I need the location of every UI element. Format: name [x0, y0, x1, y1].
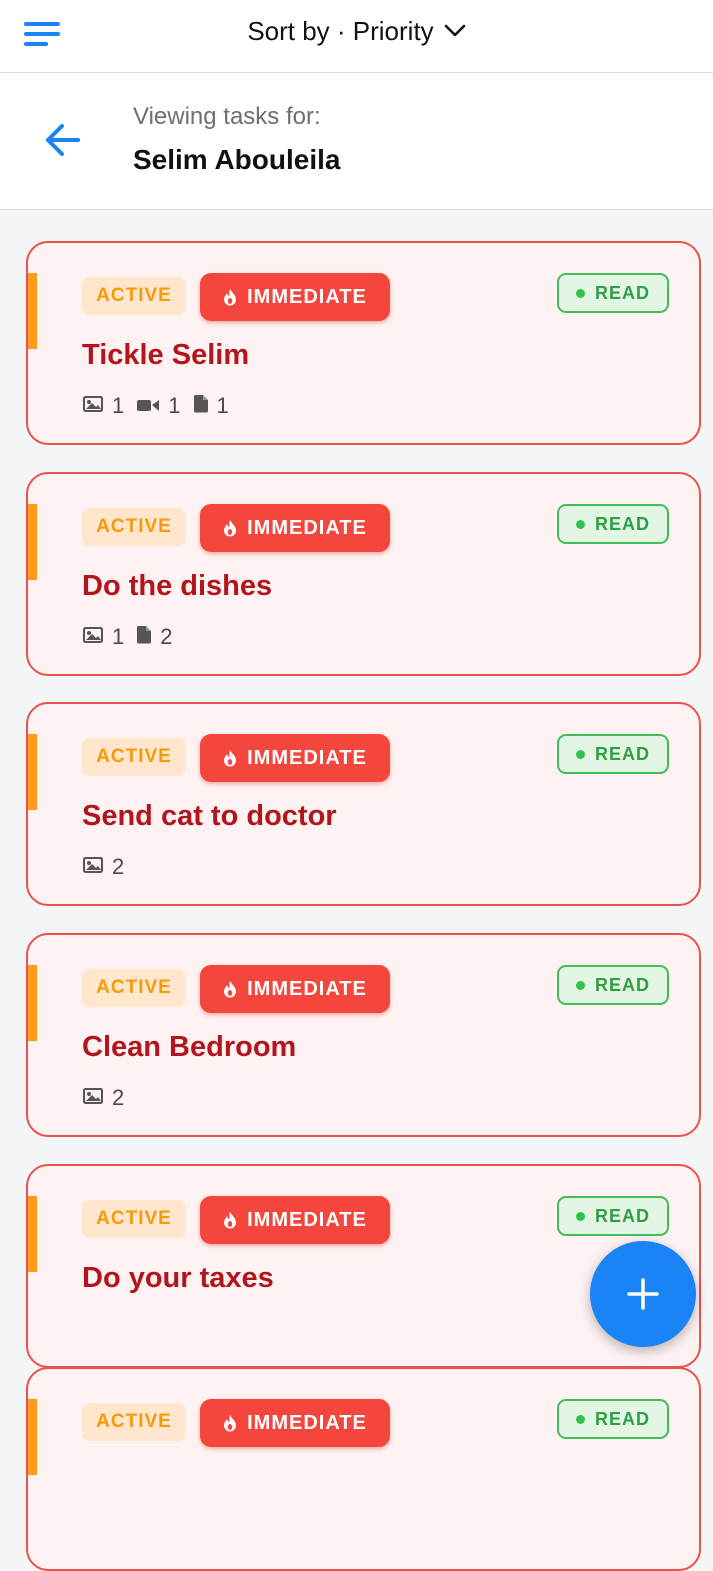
flame-icon [223, 519, 237, 537]
image-icon [82, 393, 104, 419]
flame-icon [223, 980, 237, 998]
sort-label: Sort by · Priority [247, 15, 434, 46]
image-attachment-count: 1 [82, 393, 124, 419]
priority-badge: IMMEDIATE [200, 273, 390, 321]
file-attachment-count: 2 [136, 624, 173, 650]
plus-icon [627, 1278, 659, 1310]
status-badge: ACTIVE [82, 277, 186, 315]
status-badge: ACTIVE [82, 969, 186, 1007]
image-count: 1 [112, 393, 125, 418]
image-icon [82, 854, 104, 880]
priority-badge: IMMEDIATE [200, 734, 390, 782]
sort-dropdown[interactable]: Sort by · Priority [0, 0, 713, 62]
back-button[interactable] [40, 120, 86, 160]
add-task-button[interactable] [590, 1241, 696, 1347]
read-dot-icon [575, 1414, 585, 1424]
read-label: READ [594, 1408, 650, 1429]
video-count: 1 [168, 393, 181, 418]
read-badge: READ [557, 273, 669, 313]
arrow-left-icon [46, 124, 80, 156]
priority-stripe [28, 965, 37, 1041]
read-badge: READ [557, 734, 669, 774]
task-title: Tickle Selim [82, 339, 250, 371]
priority-stripe [28, 1196, 37, 1272]
image-count: 2 [112, 1085, 125, 1110]
read-label: READ [594, 1205, 650, 1226]
status-badge: ACTIVE [82, 508, 186, 546]
read-label: READ [594, 743, 650, 764]
file-icon [136, 624, 152, 650]
flame-icon [223, 1211, 237, 1229]
flame-icon [223, 1414, 237, 1432]
priority-badge: IMMEDIATE [200, 1196, 390, 1244]
read-badge: READ [557, 965, 669, 1005]
status-badge: ACTIVE [82, 738, 186, 776]
image-attachment-count: 1 [82, 624, 124, 650]
task-card[interactable]: ACTIVE IMMEDIATE READ Tickle Selim 1 1 1 [26, 241, 701, 445]
video-attachment-count: 1 [136, 393, 181, 419]
read-badge: READ [557, 1196, 669, 1236]
viewing-user-name: Selim Abouleila [133, 144, 341, 175]
top-bar: Sort by · Priority [0, 0, 713, 73]
video-icon [136, 393, 160, 419]
viewing-header [0, 73, 713, 210]
read-dot-icon [575, 980, 585, 990]
priority-label: IMMEDIATE [247, 516, 367, 539]
flame-icon [223, 288, 237, 306]
attachments-row: 2 [82, 1085, 124, 1111]
image-attachment-count: 2 [82, 1085, 124, 1111]
priority-stripe [28, 273, 37, 349]
priority-stripe [28, 734, 37, 810]
read-dot-icon [575, 288, 585, 298]
status-badge: ACTIVE [82, 1200, 186, 1238]
task-title: Do your taxes [82, 1262, 274, 1294]
attachments-row: 1 1 1 [82, 393, 229, 419]
image-count: 2 [112, 854, 125, 879]
image-icon [82, 624, 104, 650]
read-badge: READ [557, 1399, 669, 1439]
file-count: 1 [216, 393, 229, 418]
task-card[interactable]: ACTIVE IMMEDIATE READ Clean Bedroom 2 [26, 933, 701, 1137]
file-icon [193, 393, 209, 419]
file-count: 2 [160, 624, 173, 649]
image-count: 1 [112, 624, 125, 649]
task-card[interactable]: ACTIVE IMMEDIATE READ Do the dishes 12 [26, 472, 701, 676]
priority-label: IMMEDIATE [247, 285, 367, 308]
task-title: Clean Bedroom [82, 1031, 297, 1063]
chevron-down-icon [444, 24, 465, 37]
priority-label: IMMEDIATE [247, 746, 367, 769]
image-attachment-count: 2 [82, 854, 124, 880]
task-card[interactable]: ACTIVE IMMEDIATE READ Send cat to doctor… [26, 702, 701, 906]
priority-label: IMMEDIATE [247, 1411, 367, 1434]
task-title: Send cat to doctor [82, 800, 337, 832]
priority-stripe [28, 1399, 37, 1475]
read-dot-icon [575, 749, 585, 759]
read-label: READ [594, 974, 650, 995]
priority-badge: IMMEDIATE [200, 965, 390, 1013]
image-icon [82, 1085, 104, 1111]
flame-icon [223, 749, 237, 767]
read-dot-icon [575, 519, 585, 529]
read-label: READ [594, 282, 650, 303]
read-label: READ [594, 513, 650, 534]
priority-badge: IMMEDIATE [200, 504, 390, 552]
read-badge: READ [557, 504, 669, 544]
file-attachment-count: 1 [193, 393, 229, 419]
read-dot-icon [575, 1211, 585, 1221]
attachments-row: 12 [82, 624, 173, 650]
status-badge: ACTIVE [82, 1403, 186, 1441]
task-card[interactable]: ACTIVE IMMEDIATE READ [26, 1367, 701, 1571]
priority-stripe [28, 504, 37, 580]
task-title: Do the dishes [82, 570, 273, 602]
priority-badge: IMMEDIATE [200, 1399, 390, 1447]
priority-label: IMMEDIATE [247, 1208, 367, 1231]
viewing-label: Viewing tasks for: [133, 103, 321, 130]
priority-label: IMMEDIATE [247, 977, 367, 1000]
attachments-row: 2 [82, 854, 124, 880]
